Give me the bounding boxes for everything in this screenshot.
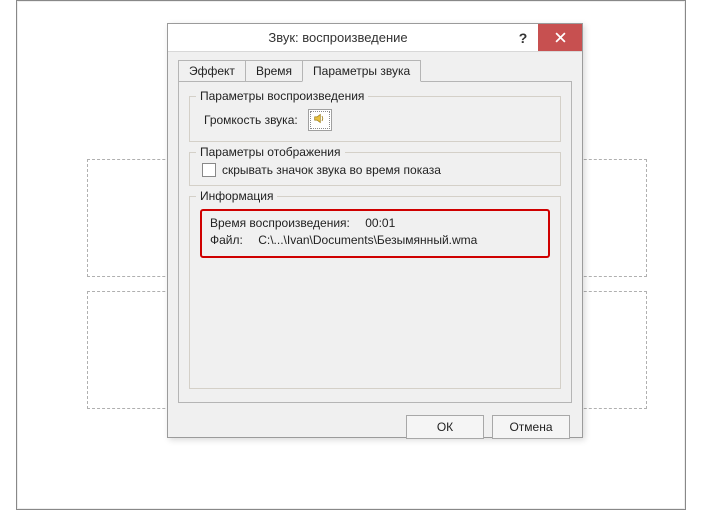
- speaker-icon: [313, 112, 326, 128]
- playback-legend: Параметры воспроизведения: [196, 89, 368, 103]
- tab-effect[interactable]: Эффект: [178, 60, 246, 81]
- close-button[interactable]: [538, 24, 582, 51]
- hide-icon-checkbox[interactable]: [202, 163, 216, 177]
- sound-playback-dialog: Звук: воспроизведение ? Эффект Время Пар…: [167, 23, 583, 438]
- titlebar-buttons: ?: [508, 24, 582, 51]
- volume-row: Громкость звука:: [200, 107, 550, 133]
- cancel-button[interactable]: Отмена: [492, 415, 570, 439]
- tab-strip: Эффект Время Параметры звука: [168, 52, 582, 81]
- tab-sound-params[interactable]: Параметры звука: [302, 60, 421, 82]
- close-icon: [555, 30, 566, 46]
- hide-icon-label[interactable]: скрывать значок звука во время показа: [222, 163, 441, 177]
- tab-time[interactable]: Время: [245, 60, 303, 81]
- help-button[interactable]: ?: [508, 24, 538, 51]
- play-time-value: 00:01: [365, 215, 395, 232]
- display-legend: Параметры отображения: [196, 145, 345, 159]
- play-time-label: Время воспроизведения:: [210, 215, 350, 232]
- tab-panel-sound-params: Параметры воспроизведения Громкость звук…: [178, 81, 572, 403]
- file-row: Файл: C:\...\Ivan\Documents\Безымянный.w…: [210, 232, 540, 249]
- file-label: Файл:: [210, 232, 243, 249]
- help-icon: ?: [519, 30, 528, 46]
- volume-button[interactable]: [308, 109, 332, 131]
- dialog-footer: ОК Отмена: [168, 409, 582, 449]
- display-params-group: Параметры отображения скрывать значок зв…: [189, 152, 561, 186]
- volume-label: Громкость звука:: [204, 113, 298, 127]
- hide-icon-row: скрывать значок звука во время показа: [200, 163, 550, 177]
- file-value: C:\...\Ivan\Documents\Безымянный.wma: [258, 232, 477, 249]
- info-highlight-box: Время воспроизведения: 00:01 Файл: C:\..…: [200, 209, 550, 258]
- info-legend: Информация: [196, 189, 277, 203]
- document-background: Звук: воспроизведение ? Эффект Время Пар…: [16, 0, 686, 510]
- playback-params-group: Параметры воспроизведения Громкость звук…: [189, 96, 561, 142]
- dialog-title: Звук: воспроизведение: [168, 24, 508, 51]
- titlebar: Звук: воспроизведение ?: [168, 24, 582, 52]
- information-group: Информация Время воспроизведения: 00:01 …: [189, 196, 561, 389]
- ok-button[interactable]: ОК: [406, 415, 484, 439]
- play-time-row: Время воспроизведения: 00:01: [210, 215, 540, 232]
